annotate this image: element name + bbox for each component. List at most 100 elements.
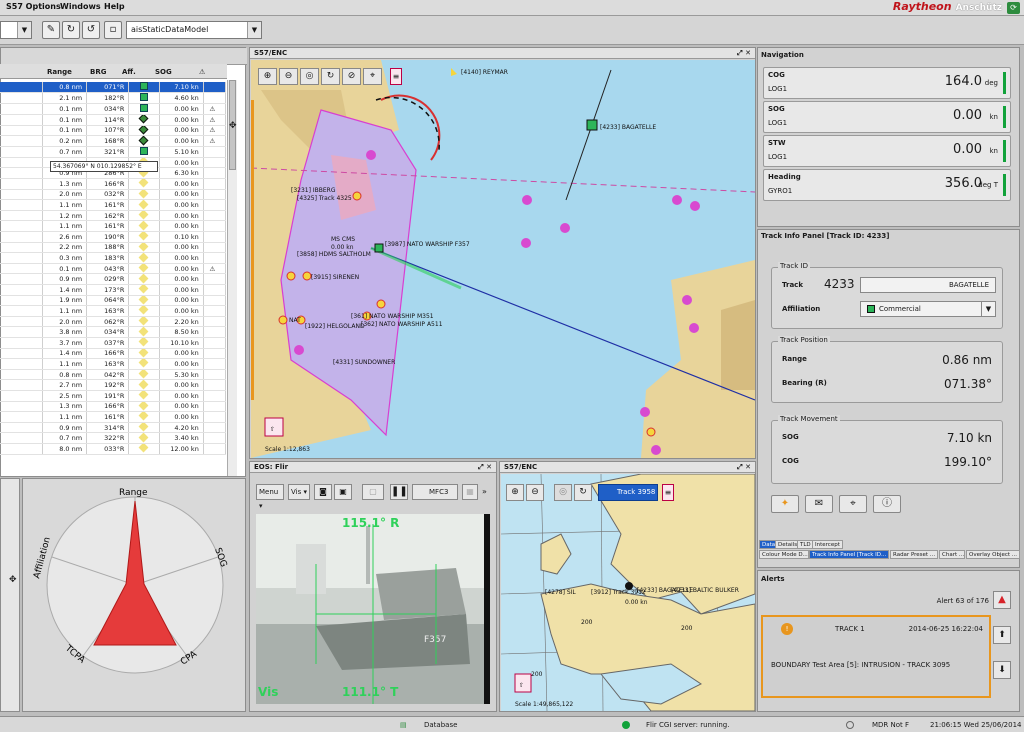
table-row[interactable]: 2.0 nm 032°R 0.00 kn [0,189,227,201]
affiliation-select[interactable]: Commercial ▼ [860,301,996,317]
table-row[interactable]: 2.2 nm 188°R 0.00 kn [0,242,227,254]
track-select-button[interactable]: Track 3958 [598,484,658,501]
flir-vis-button[interactable]: Vis ▾ [288,484,310,500]
table-row[interactable]: 0.2 nm 168°R 0.00 kn ⚠ [0,135,227,147]
table-row[interactable]: 0.9 nm 029°R 0.00 kn [0,273,227,285]
tab-intercept[interactable]: Intercept [812,540,843,549]
cell-aff [128,305,160,317]
pause-button[interactable]: ❚❚ [390,484,408,500]
window-controls-icon[interactable]: ⤢ ✕ [737,48,751,58]
col-sog[interactable]: SOG [155,65,172,80]
track-marker-bagatelle[interactable] [586,119,598,131]
window-controls-icon[interactable]: ⤢ ✕ [737,462,751,472]
tab-chart[interactable]: Chart ... [939,550,965,559]
alert-down-button[interactable]: ⬇ [993,661,1011,679]
alert-up-button[interactable]: ⬆ [993,626,1011,644]
table-row[interactable]: 1.1 nm 161°R 0.00 kn [0,411,227,423]
menu-windows[interactable]: Windows [60,2,101,11]
tab-colour-mode[interactable]: Colour Mode D... [759,550,809,559]
table-row[interactable]: 1.4 nm 166°R 0.00 kn [0,348,227,360]
more-arrow[interactable]: » [482,484,492,500]
overview-zoom-in-button[interactable]: ⊕ [506,484,524,501]
table-row[interactable]: 8.0 nm 033°R 12.00 kn [0,443,227,455]
col-brg[interactable]: BRG [90,65,106,80]
table-row[interactable]: 0.1 nm 107°R 0.00 kn ⚠ [0,125,227,137]
data-model-combo[interactable]: aisStaticDataModel ▼ [126,21,262,39]
main-chart-map[interactable]: [4140] REYMAR [4233] BAGATELLE [3231] IB… [251,60,755,458]
table-row[interactable]: 1.2 nm 162°R 0.00 kn [0,210,227,222]
refresh-button[interactable]: ↻ [62,21,80,39]
overview-zoom-out-button[interactable]: ⊖ [526,484,544,501]
table-row[interactable]: 1.9 nm 064°R 0.00 kn [0,295,227,307]
info-button[interactable]: ⓘ [873,495,901,513]
table-row[interactable]: 0.1 nm 034°R 0.00 kn ⚠ [0,103,227,116]
table-row[interactable]: 0.8 nm 071°R 7.10 kn [0,82,227,94]
lock-button[interactable]: ▢ [362,484,384,500]
side-strip: ✥ [0,478,20,712]
table-row[interactable]: 0.9 nm 314°R 4.20 kn [0,422,227,434]
table-row[interactable]: 1.3 nm 166°R 0.00 kn [0,401,227,413]
col-range[interactable]: Range [47,65,72,80]
move-icon[interactable]: ✥ [229,121,237,131]
tab-track-info-panel[interactable]: Track Info Panel [Track ID... [809,550,889,559]
measure-button[interactable]: ⊘ [342,68,361,85]
table-row[interactable]: 2.0 nm 062°R 2.20 kn [0,316,227,328]
cell-id [0,252,43,264]
center-button[interactable]: ◎ [300,68,319,85]
snapshot-button[interactable]: ◙ [314,484,332,500]
table-row[interactable]: 3.7 nm 037°R 10.10 kn [0,337,227,349]
track-marker-own[interactable] [374,243,384,253]
message-button[interactable]: ✉ [805,495,833,513]
own-ship-marker[interactable] [625,582,633,590]
flir-video[interactable]: F357 115.1° R Vis 111.1° T [256,514,490,704]
menu-help[interactable]: Help [104,2,125,11]
col-aff[interactable]: Aff. [122,65,136,80]
tab-overlay-object[interactable]: Overlay Object ... [966,550,1020,559]
table-row[interactable]: 2.7 nm 192°R 0.00 kn [0,379,227,391]
table-row[interactable]: 1.1 nm 161°R 0.00 kn [0,199,227,211]
table-row[interactable]: 2.6 nm 190°R 0.10 kn [0,231,227,243]
table-row[interactable]: 2.1 nm 182°R 4.60 kn [0,92,227,105]
overview-rotate-button[interactable]: ↻ [574,484,592,501]
overview-layer-button[interactable]: ≡ [662,484,674,501]
zoom-out-button[interactable]: ⊖ [279,68,298,85]
table-row[interactable]: 0.8 nm 042°R 5.30 kn [0,369,227,381]
layer-button[interactable]: ≡ [390,68,402,85]
rotate-button[interactable]: ↻ [321,68,340,85]
table-row[interactable]: 1.1 nm 163°R 0.00 kn [0,305,227,317]
table-scrollbar[interactable] [227,80,237,476]
disabled-button[interactable]: ▦ [462,484,478,500]
alert-warning-button[interactable]: ▲ [993,591,1011,609]
diamond-icon [138,135,149,146]
tab-radar-preset[interactable]: Radar Preset ... [890,550,938,559]
table-row[interactable]: 1.1 nm 161°R 0.00 kn [0,220,227,233]
table-row[interactable]: 0.7 nm 322°R 3.40 kn [0,432,227,444]
flir-menu-button[interactable]: Menu ▾ [256,484,284,510]
window-controls-icon[interactable]: ⤢ ✕ [478,462,492,472]
table-row[interactable]: 1.4 nm 173°R 0.00 kn [0,284,227,296]
move-icon[interactable]: ✥ [9,575,17,585]
undo-button[interactable]: ↺ [82,21,100,39]
target-button[interactable]: ⌖ [839,495,867,513]
priority-button[interactable]: ✦ [771,495,799,513]
track-name-field[interactable]: BAGATELLE [860,277,996,293]
table-row[interactable]: 3.8 nm 034°R 8.50 kn [0,326,227,338]
mfc-button[interactable]: MFC3 [412,484,458,500]
page-button[interactable]: ▫ [104,21,122,39]
table-row[interactable]: 0.1 nm 043°R 0.00 kn ⚠ [0,263,227,275]
record-button[interactable]: ▣ [334,484,352,500]
select-button[interactable]: ⌖ [363,68,382,85]
overview-map[interactable]: 200 200 200 [4278] SIL [3912] Track 3912… [501,474,755,711]
table-row[interactable]: 1.1 nm 163°R 0.00 kn [0,358,227,370]
layout-combo[interactable]: ▼ [0,21,32,39]
table-row[interactable]: 1.3 nm 166°R 0.00 kn [0,178,227,190]
table-row[interactable]: 2.5 nm 191°R 0.00 kn [0,390,227,402]
alert-card[interactable]: ! TRACK 1 2014-06-25 16:22:04 BOUNDARY T… [761,615,991,698]
table-row[interactable]: 0.3 nm 183°R 0.00 kn [0,252,227,264]
edit-button[interactable]: ✎ [42,21,60,39]
overview-center-button[interactable]: ◎ [554,484,572,501]
table-row[interactable]: 0.7 nm 321°R 5.10 kn [0,146,227,158]
table-row[interactable]: 0.1 nm 114°R 0.00 kn ⚠ [0,114,227,126]
zoom-in-button[interactable]: ⊕ [258,68,277,85]
menu-s57-options[interactable]: S57 Options [6,2,61,11]
